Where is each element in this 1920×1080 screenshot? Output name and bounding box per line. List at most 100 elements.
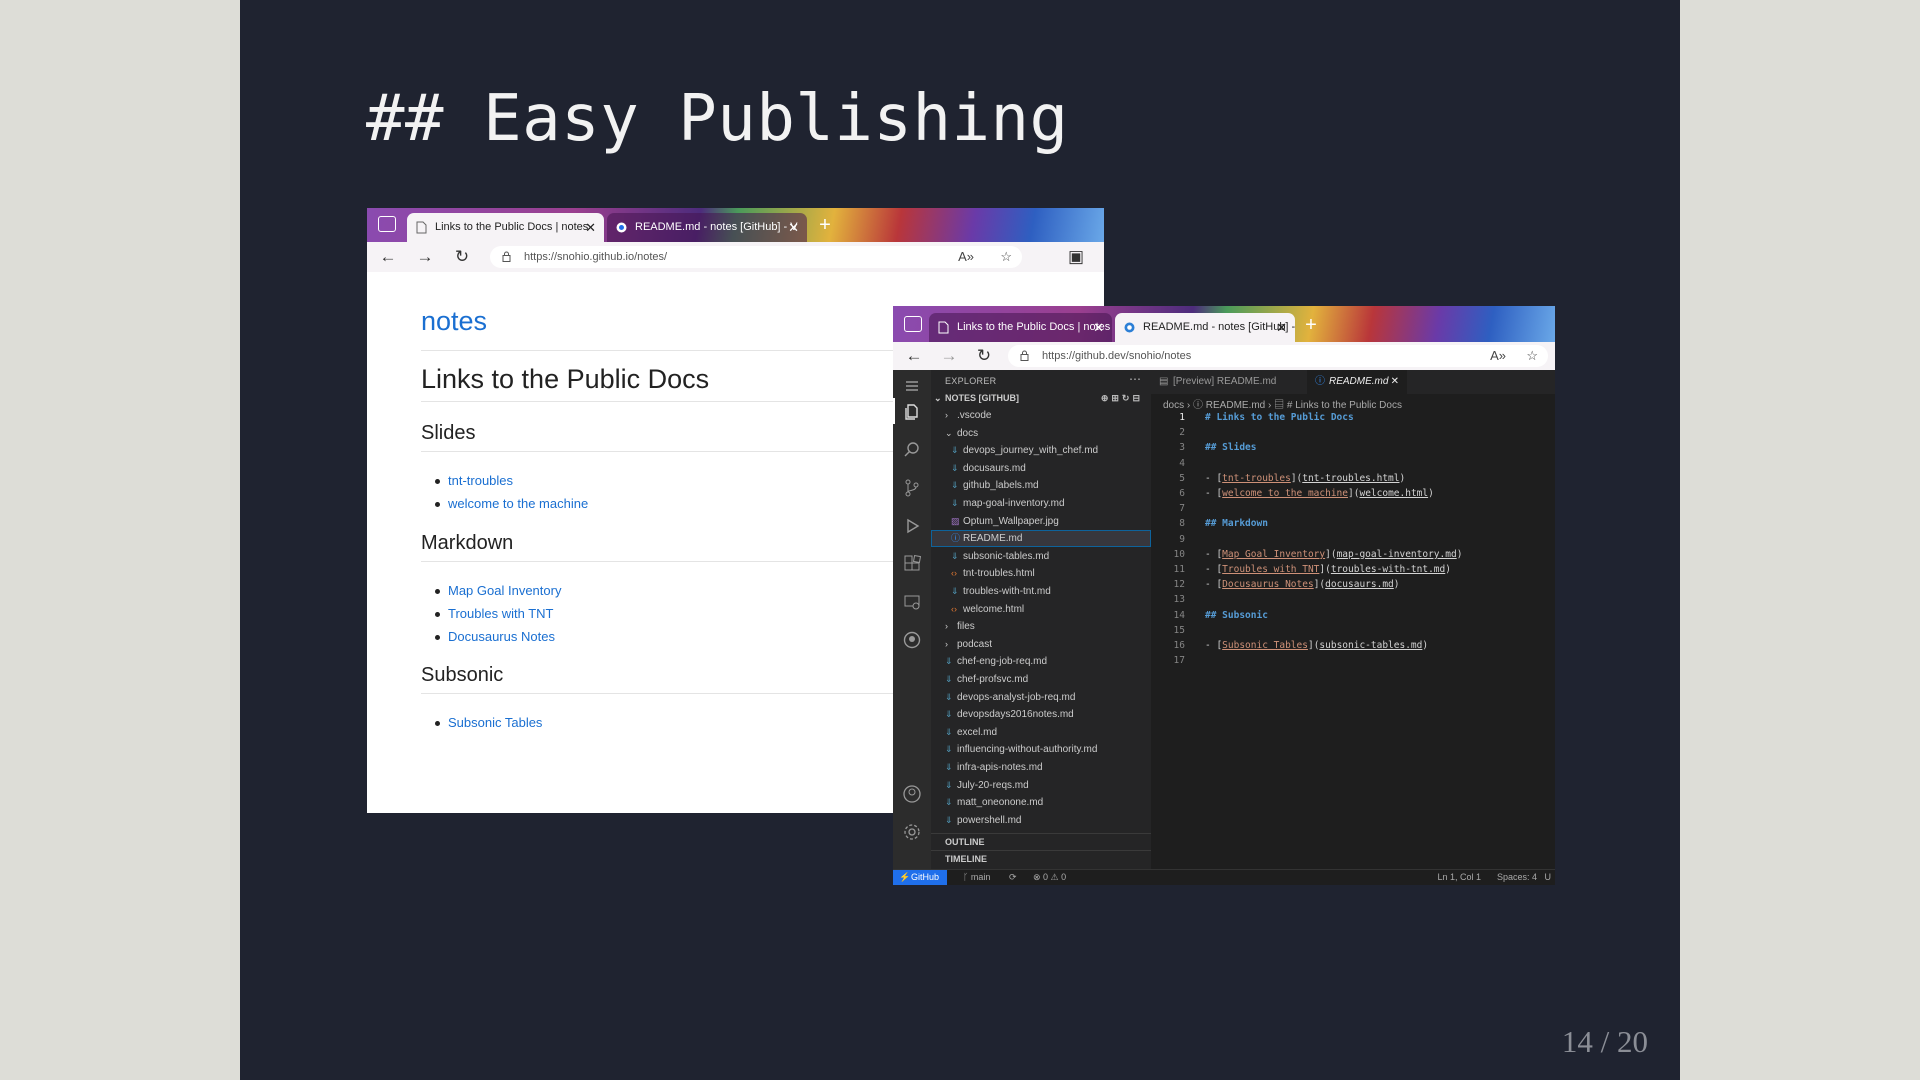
- file-item[interactable]: ‹› welcome.html: [931, 601, 1151, 618]
- file-item[interactable]: ⇓ infra-apis-notes.md: [931, 759, 1151, 776]
- file-item[interactable]: ⇓ July-20-reqs.md: [931, 777, 1151, 794]
- reload-button[interactable]: ↻: [451, 246, 473, 268]
- url-field[interactable]: https://github.dev/snohio/notes A» ☆: [1008, 345, 1548, 367]
- folder-item[interactable]: ⌄ docs: [931, 425, 1151, 442]
- file-item[interactable]: ⓘ README.md: [931, 530, 1151, 548]
- code-line[interactable]: - [Map Goal Inventory](map-goal-inventor…: [1205, 549, 1462, 560]
- file-item[interactable]: ⇓ docusaurs.md: [931, 460, 1151, 477]
- close-tab-icon[interactable]: ✕: [1391, 370, 1399, 394]
- extensions-icon[interactable]: [902, 554, 922, 574]
- close-tab-icon[interactable]: ✕: [788, 213, 799, 242]
- chevron-down-icon: ⌄: [945, 427, 953, 438]
- code-line[interactable]: - [Troubles with TNT](troubles-with-tnt.…: [1205, 564, 1451, 575]
- file-item[interactable]: ‹› tnt-troubles.html: [931, 565, 1151, 582]
- timeline-section[interactable]: TIMELINE: [931, 850, 1151, 867]
- sync-icon[interactable]: ⟳: [1009, 870, 1017, 885]
- doc-link[interactable]: Map Goal Inventory: [434, 583, 561, 598]
- url-field[interactable]: https://snohio.github.io/notes/ A» ☆: [490, 246, 1022, 268]
- file-item[interactable]: ⇓ excel.md: [931, 724, 1151, 741]
- github-icon[interactable]: [902, 630, 922, 650]
- folder-item[interactable]: › podcast: [931, 636, 1151, 653]
- code-line[interactable]: - [tnt-troubles](tnt-troubles.html): [1205, 473, 1405, 484]
- folder-item[interactable]: › .vscode: [931, 407, 1151, 424]
- favorite-icon[interactable]: ☆: [1526, 345, 1538, 367]
- read-aloud-icon[interactable]: A»: [958, 246, 974, 268]
- file-item[interactable]: ⇓ chef-profsvc.md: [931, 671, 1151, 688]
- new-tab-button[interactable]: +: [1300, 312, 1322, 338]
- editor-tab-preview[interactable]: ▤ [Preview] README.md: [1151, 370, 1307, 394]
- search-icon[interactable]: [902, 440, 922, 460]
- doc-link[interactable]: welcome to the machine: [434, 496, 588, 511]
- code-line[interactable]: - [Docusaurus Notes](docusaurs.md): [1205, 579, 1400, 590]
- encoding[interactable]: U: [1545, 870, 1552, 885]
- code-line[interactable]: ## Subsonic: [1205, 610, 1268, 621]
- file-item[interactable]: ⇓ subsonic-tables.md: [931, 548, 1151, 565]
- forward-button[interactable]: →: [414, 246, 436, 268]
- source-control-icon[interactable]: [902, 478, 922, 498]
- site-title-link[interactable]: notes: [421, 306, 487, 337]
- page-heading: Links to the Public Docs: [421, 364, 710, 394]
- breadcrumb[interactable]: docs › ⓘ README.md › ▤ # Links to the Pu…: [1163, 396, 1402, 411]
- file-item[interactable]: ⇓ influencing-without-authority.md: [931, 741, 1151, 758]
- github-icon: [616, 222, 627, 233]
- file-item[interactable]: ▨ Optum_Wallpaper.jpg: [931, 513, 1151, 530]
- file-item[interactable]: ⇓ troubles-with-tnt.md: [931, 583, 1151, 600]
- code-line[interactable]: ## Slides: [1205, 442, 1256, 453]
- code-line[interactable]: - [Subsonic Tables](subsonic-tables.md): [1205, 640, 1428, 651]
- menu-icon[interactable]: [902, 376, 922, 396]
- file-item[interactable]: ⇓ github_labels.md: [931, 477, 1151, 494]
- tab-actions-icon[interactable]: [378, 216, 396, 232]
- doc-link[interactable]: Docusaurus Notes: [435, 629, 555, 644]
- file-item[interactable]: ⇓ chef-eng-job-req.md: [931, 653, 1151, 670]
- back-button[interactable]: ←: [377, 246, 399, 268]
- url-text: https://snohio.github.io/notes/: [524, 251, 668, 263]
- close-tab-icon[interactable]: ✕: [1276, 313, 1287, 342]
- editor-tab-readme[interactable]: ⓘ README.md ✕: [1307, 370, 1407, 394]
- tab-actions-icon[interactable]: [904, 316, 922, 332]
- code-line[interactable]: # Links to the Public Docs: [1205, 412, 1354, 423]
- md-file-icon: ⇓: [945, 762, 953, 772]
- settings-gear-icon[interactable]: [902, 822, 922, 842]
- code-line[interactable]: - [welcome to the machine](welcome.html): [1205, 488, 1434, 499]
- browser-tab-readme[interactable]: README.md - notes [GitHub] - V ✕: [1115, 313, 1295, 342]
- doc-link[interactable]: Subsonic Tables: [434, 715, 542, 730]
- browser-tab-readme[interactable]: README.md - notes [GitHub] - V ✕: [607, 213, 807, 242]
- remote-explorer-icon[interactable]: [902, 592, 922, 612]
- explorer-icon[interactable]: [902, 402, 922, 422]
- doc-link[interactable]: Troubles with TNT: [434, 606, 553, 621]
- file-item[interactable]: ⇓ devops-analyst-job-req.md: [931, 689, 1151, 706]
- file-item[interactable]: ⇓ map-goal-inventory.md: [931, 495, 1151, 512]
- back-button[interactable]: ←: [903, 345, 925, 367]
- branch-indicator[interactable]: ᚴ main: [963, 870, 990, 885]
- remote-icon: ⚡: [899, 872, 911, 882]
- more-actions-icon[interactable]: ⋯: [1129, 372, 1141, 386]
- close-tab-icon[interactable]: ✕: [585, 213, 596, 242]
- forward-button[interactable]: →: [938, 345, 960, 367]
- cursor-position[interactable]: Ln 1, Col 1: [1437, 870, 1481, 885]
- explorer-toolbar-icons[interactable]: ⊕⊞↻⊟: [1101, 390, 1143, 407]
- outline-section[interactable]: OUTLINE: [931, 833, 1151, 850]
- reload-button[interactable]: ↻: [973, 345, 995, 367]
- file-item[interactable]: ⇓ devopsdays2016notes.md: [931, 706, 1151, 723]
- file-item[interactable]: ⇓ devops_journey_with_chef.md: [931, 442, 1151, 459]
- code-line[interactable]: ## Markdown: [1205, 518, 1268, 529]
- workspace-root[interactable]: ⌄ NOTES [GITHUB] ⊕⊞↻⊟: [931, 390, 1151, 407]
- accounts-icon[interactable]: [902, 784, 922, 804]
- doc-link[interactable]: tnt-troubles: [434, 473, 513, 488]
- folder-item[interactable]: › files: [931, 618, 1151, 635]
- close-tab-icon[interactable]: ✕: [1093, 313, 1104, 342]
- extensions-icon[interactable]: ▣: [1065, 246, 1087, 268]
- problems-indicator[interactable]: ⊗ 0 ⚠ 0: [1033, 870, 1066, 885]
- file-item[interactable]: ⇓ matt_oneonone.md: [931, 794, 1151, 811]
- indentation[interactable]: Spaces: 4: [1497, 870, 1537, 885]
- file-item[interactable]: ⇓ powershell.md: [931, 812, 1151, 829]
- md-file-icon: ⇓: [951, 586, 959, 596]
- browser-tab-links[interactable]: Links to the Public Docs | notes ✕: [929, 313, 1112, 342]
- favorite-icon[interactable]: ☆: [1000, 246, 1012, 268]
- remote-indicator[interactable]: ⚡ GitHub: [893, 870, 948, 885]
- run-debug-icon[interactable]: [902, 516, 922, 536]
- vscode-workbench: EXPLORER ⋯ ⌄ NOTES [GITHUB] ⊕⊞↻⊟ › .vscod…: [893, 370, 1555, 885]
- browser-tab-links[interactable]: Links to the Public Docs | notes ✕: [407, 213, 604, 242]
- read-aloud-icon[interactable]: A»: [1490, 345, 1506, 367]
- new-tab-button[interactable]: +: [814, 212, 836, 238]
